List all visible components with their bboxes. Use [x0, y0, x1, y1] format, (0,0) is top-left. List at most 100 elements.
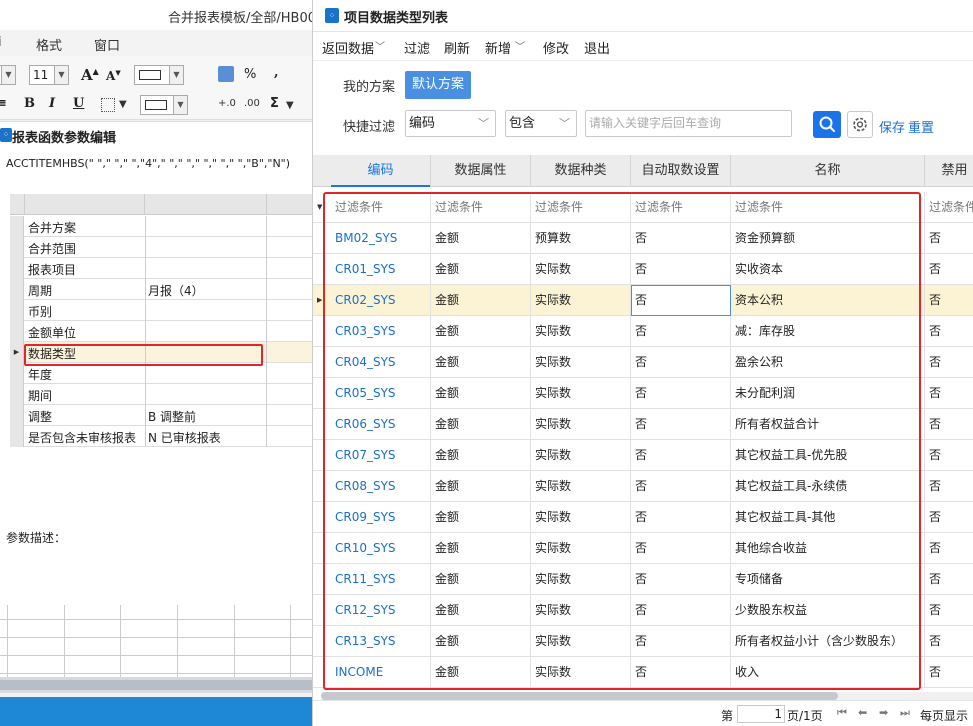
cell-col-data-attr[interactable]: 金额	[431, 471, 531, 502]
param-row[interactable]: 调整 B 调整前	[10, 405, 312, 426]
cell-col-auto-fetch[interactable]: 否	[631, 471, 731, 502]
param-row[interactable]: 期间	[10, 384, 312, 405]
menu-add[interactable]: 新增	[485, 38, 511, 57]
cell-col-data-kind[interactable]: 预算数	[531, 223, 631, 254]
chevron-down-icon[interactable]: ﹀	[375, 38, 385, 53]
cell-col-disabled[interactable]: 否	[925, 316, 973, 347]
param-value[interactable]: 月报（4）	[148, 282, 204, 299]
cell-col-disabled[interactable]: 否	[925, 471, 973, 502]
cell-col-data-kind[interactable]: 实际数	[531, 440, 631, 471]
cell-col-name[interactable]: 未分配利润	[731, 378, 925, 409]
cell-col-name[interactable]: 减：库存股	[731, 316, 925, 347]
cell-col-auto-fetch[interactable]: 否	[631, 347, 731, 378]
cell-col-disabled[interactable]: 否	[925, 440, 973, 471]
default-scheme-button[interactable]: 默认方案	[405, 71, 471, 99]
table-row[interactable]: CR09_SYS 金额 实际数否其它权益工具-其他否	[313, 502, 973, 533]
cell-col-data-kind[interactable]: 实际数	[531, 378, 631, 409]
cell-col-data-kind[interactable]: 实际数	[531, 316, 631, 347]
cell-col-auto-fetch[interactable]: 否	[631, 564, 731, 595]
cell-col-code[interactable]: CR13_SYS	[331, 626, 431, 657]
cell-col-data-attr[interactable]: 金额	[431, 378, 531, 409]
cell-col-name[interactable]: 其它权益工具-永续债	[731, 471, 925, 502]
header-col-data-kind[interactable]: 数据种类	[531, 155, 631, 187]
table-row[interactable]: CR13_SYS 金额 实际数否所有者权益小计（含少数股东）否	[313, 626, 973, 657]
cell-col-name[interactable]: 所有者权益合计	[731, 409, 925, 440]
cell-col-name[interactable]: 资本公积	[731, 285, 925, 316]
cell-col-code[interactable]: CR12_SYS	[331, 595, 431, 626]
fill-color-icon[interactable]	[218, 66, 234, 82]
cell-col-code[interactable]: CR11_SYS	[331, 564, 431, 595]
border-style-select[interactable]: ▼	[134, 65, 184, 85]
search-button[interactable]	[813, 111, 841, 138]
cell-col-disabled[interactable]: 否	[925, 626, 973, 657]
font-name-select[interactable]: ▼	[0, 65, 16, 85]
table-row[interactable]: CR06_SYS 金额 实际数否所有者权益合计否	[313, 409, 973, 440]
cell-col-code[interactable]: INCOME	[331, 657, 431, 688]
decrease-decimal-icon[interactable]: .00	[244, 98, 260, 109]
cell-col-disabled[interactable]: 否	[925, 254, 973, 285]
table-row[interactable]: BM02_SYS 金额 预算数否资金预算额否	[313, 223, 973, 254]
menu-refresh[interactable]: 刷新	[444, 38, 470, 57]
header-col-auto-fetch[interactable]: 自动取数设置	[631, 155, 731, 187]
cell-col-data-kind[interactable]: 实际数	[531, 657, 631, 688]
table-row[interactable]: CR10_SYS 金额 实际数否其他综合收益否	[313, 533, 973, 564]
cell-col-disabled[interactable]: 否	[925, 533, 973, 564]
cell-col-auto-fetch[interactable]: 否	[631, 595, 731, 626]
cell-col-data-attr[interactable]: 金额	[431, 564, 531, 595]
cell-col-code[interactable]: CR02_SYS	[331, 285, 431, 316]
table-row[interactable]: CR04_SYS 金额 实际数否盈余公积否	[313, 347, 973, 378]
comma-icon[interactable]: ,	[274, 65, 279, 80]
filter-field-select[interactable]: 编码 ﹀	[405, 110, 496, 137]
my-scheme-label[interactable]: 我的方案	[343, 76, 395, 95]
header-col-name[interactable]: 名称	[731, 155, 925, 187]
page-number-input[interactable]: 1	[737, 705, 785, 723]
param-row[interactable]: 金额单位	[10, 321, 312, 342]
cell-col-auto-fetch[interactable]: 否	[631, 502, 731, 533]
cell-col-disabled[interactable]: 否	[925, 347, 973, 378]
cell-col-data-attr[interactable]: 金额	[431, 409, 531, 440]
percent-icon[interactable]: %	[244, 67, 256, 82]
filter-cell-col-auto-fetch[interactable]: 过滤条件	[631, 192, 731, 223]
increase-decimal-icon[interactable]: +.0	[218, 98, 236, 109]
param-row[interactable]: 币别	[10, 300, 312, 321]
chevron-down-icon[interactable]: ﹀	[515, 38, 525, 53]
cell-col-code[interactable]: CR09_SYS	[331, 502, 431, 533]
cell-col-code[interactable]: CR03_SYS	[331, 316, 431, 347]
cell-col-data-attr[interactable]: 金额	[431, 533, 531, 564]
cell-col-disabled[interactable]: 否	[925, 409, 973, 440]
cell-col-code[interactable]: CR07_SYS	[331, 440, 431, 471]
next-page-icon[interactable]: ➡	[879, 706, 888, 719]
cell-col-code[interactable]: CR08_SYS	[331, 471, 431, 502]
font-size-select[interactable]: 11 ▼	[29, 65, 69, 85]
left-horizontal-scrollbar[interactable]	[0, 677, 312, 693]
table-row[interactable]: CR03_SYS 金额 实际数否减：库存股否	[313, 316, 973, 347]
cell-col-data-kind[interactable]: 实际数	[531, 626, 631, 657]
cell-col-auto-fetch[interactable]: 否	[631, 409, 731, 440]
cell-col-data-kind[interactable]: 实际数	[531, 254, 631, 285]
italic-icon[interactable]: I	[49, 96, 55, 111]
cell-col-data-kind[interactable]: 实际数	[531, 285, 631, 316]
cell-col-data-attr[interactable]: 金额	[431, 347, 531, 378]
cell-col-data-kind[interactable]: 实际数	[531, 347, 631, 378]
param-row[interactable]: 报表项目	[10, 258, 312, 279]
cell-col-disabled[interactable]: 否	[925, 595, 973, 626]
reset-scheme-link[interactable]: 重置	[908, 117, 934, 136]
menu-back-data[interactable]: 返回数据	[322, 38, 374, 57]
cell-col-auto-fetch[interactable]: 否	[631, 440, 731, 471]
table-row[interactable]: CR11_SYS 金额 实际数否专项储备否	[313, 564, 973, 595]
header-col-data-attr[interactable]: 数据属性	[431, 155, 531, 187]
cell-col-auto-fetch[interactable]: 否	[631, 254, 731, 285]
cell-col-name[interactable]: 资金预算额	[731, 223, 925, 254]
cell-col-code[interactable]: CR01_SYS	[331, 254, 431, 285]
cell-col-data-attr[interactable]: 金额	[431, 285, 531, 316]
cell-col-data-attr[interactable]: 金额	[431, 595, 531, 626]
table-row[interactable]: ▶ CR02_SYS 金额 实际数否资本公积否	[313, 285, 973, 316]
cell-col-disabled[interactable]: 否	[925, 657, 973, 688]
line-style-select[interactable]: ▼	[140, 95, 188, 115]
cell-col-code[interactable]: CR10_SYS	[331, 533, 431, 564]
table-row[interactable]: CR07_SYS 金额 实际数否其它权益工具-优先股否	[313, 440, 973, 471]
cell-col-name[interactable]: 专项储备	[731, 564, 925, 595]
cell-col-name[interactable]: 其它权益工具-其他	[731, 502, 925, 533]
table-row[interactable]: CR01_SYS 金额 实际数否实收资本否	[313, 254, 973, 285]
filter-cell-col-name[interactable]: 过滤条件	[731, 192, 925, 223]
